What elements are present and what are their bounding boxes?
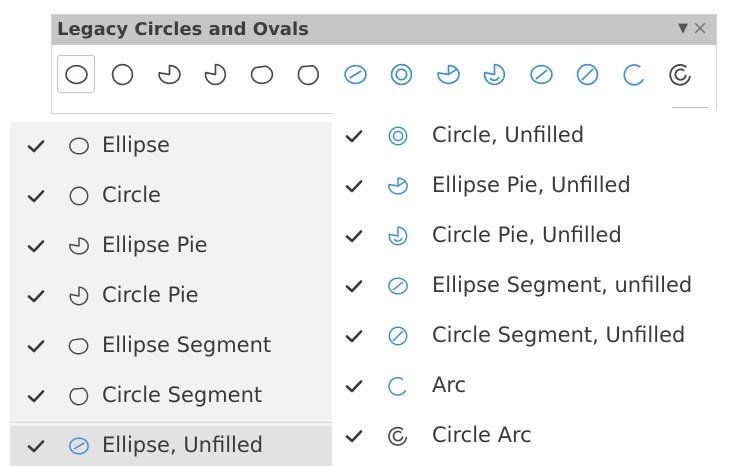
ellipse-icon bbox=[64, 62, 89, 87]
checkmark-icon bbox=[26, 386, 46, 406]
circle-segment-button[interactable] bbox=[290, 55, 328, 93]
menu-item[interactable]: Circle Pie bbox=[10, 276, 332, 316]
close-icon[interactable]: × bbox=[692, 17, 708, 39]
arc-button[interactable] bbox=[615, 55, 653, 93]
circle-unfilled-button[interactable] bbox=[383, 55, 421, 93]
menu-item-label: Ellipse Pie, Unfilled bbox=[432, 173, 631, 197]
menu-item-label: Ellipse bbox=[102, 133, 170, 157]
menu-item-label: Circle Pie, Unfilled bbox=[432, 223, 622, 247]
ellipse-segment-unfilled-button[interactable] bbox=[522, 55, 560, 93]
circle-pie-unfilled-icon bbox=[387, 225, 409, 247]
menu-item[interactable]: Circle, Unfilled bbox=[334, 116, 752, 156]
checkmark-icon bbox=[26, 336, 46, 356]
dropdown-triangle-icon[interactable]: ▼ bbox=[678, 21, 688, 36]
ellipse-unfilled-icon bbox=[68, 435, 90, 457]
circle-segment-icon bbox=[296, 62, 321, 87]
menu-item[interactable]: Circle Segment, Unfilled bbox=[334, 316, 752, 356]
circle-segment-unfilled-icon bbox=[387, 325, 409, 347]
circle-icon bbox=[68, 185, 90, 207]
checkmark-icon bbox=[344, 176, 364, 196]
circle-segment-unfilled-button[interactable] bbox=[569, 55, 607, 93]
circle-pie-icon bbox=[68, 285, 90, 307]
ellipse-segment-button[interactable] bbox=[243, 55, 281, 93]
menu-item[interactable]: Circle Segment bbox=[10, 376, 332, 416]
menu-item[interactable]: Ellipse Pie, Unfilled bbox=[334, 166, 752, 206]
checkmark-icon bbox=[344, 226, 364, 246]
ellipse-unfilled-button[interactable] bbox=[336, 55, 374, 93]
menu-item[interactable]: Circle bbox=[10, 176, 332, 216]
checkmark-icon bbox=[344, 326, 364, 346]
menu-item-label: Circle Segment, Unfilled bbox=[432, 323, 686, 347]
menu-item-label: Ellipse Segment bbox=[102, 333, 272, 357]
circle-icon bbox=[110, 62, 135, 87]
menu-column-right: Circle, Unfilled Ellipse Pie, Unfilled Cir… bbox=[334, 110, 752, 461]
circle-unfilled-icon bbox=[387, 125, 409, 147]
menu-item-label: Circle Segment bbox=[102, 383, 263, 407]
ellipse-pie-icon bbox=[157, 62, 182, 87]
circle-arc-icon bbox=[668, 62, 693, 87]
menu-column-left: Ellipse Circle Ellipse Pie Circle Pie Ellips… bbox=[10, 122, 332, 466]
ellipse-unfilled-icon bbox=[343, 62, 368, 87]
checkmark-icon bbox=[344, 276, 364, 296]
menu-item[interactable]: Ellipse Segment bbox=[10, 326, 332, 366]
circle-segment-unfilled-icon bbox=[575, 62, 600, 87]
circle-unfilled-icon bbox=[389, 62, 414, 87]
menu-item-label: Circle bbox=[102, 183, 161, 207]
ellipse-pie-unfilled-button[interactable] bbox=[429, 55, 467, 93]
ellipse-segment-icon bbox=[250, 62, 275, 87]
menu-divider bbox=[10, 422, 332, 423]
ellipse-segment-unfilled-icon bbox=[387, 275, 409, 297]
menu-item-label: Ellipse Segment, unfilled bbox=[432, 273, 693, 297]
circle-pie-unfilled-button[interactable] bbox=[476, 55, 514, 93]
ellipse-segment-unfilled-icon bbox=[529, 62, 554, 87]
circle-pie-button[interactable] bbox=[197, 55, 235, 93]
menu-item-label: Ellipse Pie bbox=[102, 233, 208, 257]
toolbar-title: Legacy Circles and Ovals bbox=[57, 19, 309, 40]
ellipse-pie-unfilled-icon bbox=[436, 62, 461, 87]
checkmark-icon bbox=[26, 136, 46, 156]
circle-button[interactable] bbox=[104, 55, 142, 93]
ellipse-icon bbox=[68, 135, 90, 157]
menu-item[interactable]: Circle Arc bbox=[334, 416, 752, 456]
menu-item[interactable]: Circle Pie, Unfilled bbox=[334, 216, 752, 256]
ellipse-pie-unfilled-icon bbox=[387, 175, 409, 197]
legacy-circles-toolbar: Legacy Circles and Ovals ▼ × bbox=[51, 14, 717, 114]
circle-arc-icon bbox=[387, 425, 409, 447]
menu-item-label: Circle, Unfilled bbox=[432, 123, 585, 147]
menu-item[interactable]: Ellipse Segment, unfilled bbox=[334, 266, 752, 306]
checkmark-icon bbox=[344, 426, 364, 446]
menu-item[interactable]: Ellipse bbox=[10, 126, 332, 166]
toolbar-titlebar[interactable]: Legacy Circles and Ovals ▼ × bbox=[52, 15, 716, 45]
menu-item-label: Arc bbox=[432, 373, 467, 397]
checkmark-icon bbox=[26, 436, 46, 456]
menu-item-label: Ellipse, Unfilled bbox=[102, 433, 264, 457]
checkmark-icon bbox=[26, 236, 46, 256]
arc-icon bbox=[387, 375, 409, 397]
menu-item-label: Circle Pie bbox=[102, 283, 199, 307]
checkmark-icon bbox=[26, 286, 46, 306]
toolbar-buttons bbox=[57, 55, 717, 95]
ellipse-button[interactable] bbox=[57, 55, 95, 93]
checkmark-icon bbox=[344, 376, 364, 396]
menu-item[interactable]: Ellipse, Unfilled bbox=[10, 426, 332, 466]
circle-pie-unfilled-icon bbox=[482, 62, 507, 87]
toolbar-divider bbox=[672, 107, 708, 108]
circle-arc-button[interactable] bbox=[662, 55, 700, 93]
ellipse-pie-icon bbox=[68, 235, 90, 257]
menu-item[interactable]: Ellipse Pie bbox=[10, 226, 332, 266]
arc-icon bbox=[622, 62, 647, 87]
circle-pie-icon bbox=[203, 62, 228, 87]
ellipse-segment-icon bbox=[68, 335, 90, 357]
menu-item-label: Circle Arc bbox=[432, 423, 532, 447]
menu-item[interactable]: Arc bbox=[334, 366, 752, 406]
checkmark-icon bbox=[344, 126, 364, 146]
ellipse-pie-button[interactable] bbox=[150, 55, 188, 93]
circle-segment-icon bbox=[68, 385, 90, 407]
checkmark-icon bbox=[26, 186, 46, 206]
